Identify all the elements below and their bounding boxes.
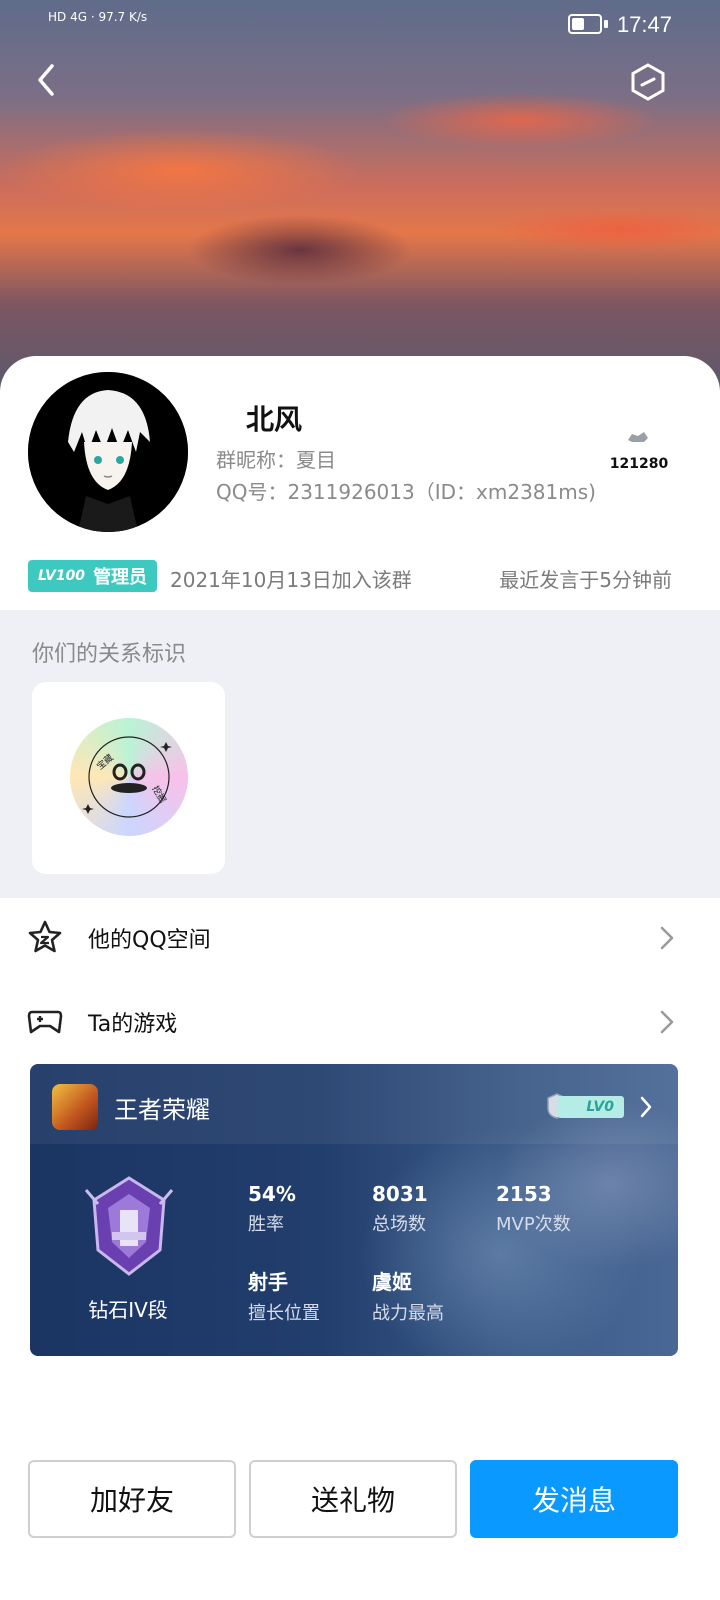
add-friend-button[interactable]: 加好友 (28, 1460, 236, 1538)
stat-label: 战力最高 (372, 1303, 444, 1324)
profile-cover-image (0, 0, 720, 390)
chevron-right-icon (660, 1010, 674, 1034)
battery-icon (568, 14, 602, 34)
menu-label-qzone: 他的QQ空间 (88, 928, 211, 953)
stat-label: 擅长位置 (248, 1303, 320, 1324)
profile-name: 北风 (246, 403, 303, 436)
stat-value: 2153 (496, 1182, 552, 1206)
gamepad-icon (27, 1010, 63, 1034)
avatar-illustration (28, 372, 188, 532)
stat-value: 虞姬 (372, 1270, 412, 1294)
stat-mvp: 2153 MVP次数 (496, 1182, 571, 1236)
status-bar: HD 4G · 97.7 K/s 17:47 (0, 0, 720, 48)
chevron-right-icon (660, 926, 674, 950)
qq-number: QQ号：2311926013（ID：xm2381ms) (216, 480, 596, 504)
stat-position: 射手 擅长位置 (248, 1266, 320, 1325)
stat-value: 射手 (248, 1270, 288, 1294)
charm-icon (628, 432, 648, 442)
rank-emblem-icon (84, 1176, 174, 1276)
send-gift-button[interactable]: 送礼物 (249, 1460, 457, 1538)
game-title: 王者荣耀 (114, 1096, 210, 1124)
relation-badge: 宝藏 挖掘 (70, 718, 188, 836)
stat-label: 胜率 (248, 1214, 284, 1235)
relation-badge-art: 宝藏 挖掘 (82, 736, 172, 818)
last-speak: 最近发言于5分钟前 (499, 568, 672, 592)
level-text: LV100 (38, 568, 86, 584)
game-level-badge: LV0 (558, 1096, 624, 1118)
star-icon (28, 920, 62, 953)
avatar[interactable] (28, 372, 188, 532)
stat-win-rate: 54% 胜率 (248, 1182, 296, 1236)
clock: 17:47 (616, 12, 672, 37)
stat-value: 8031 (372, 1182, 428, 1206)
chevron-right-icon (640, 1096, 652, 1118)
charm-value[interactable]: 121280 (604, 456, 674, 472)
menu-row-games[interactable]: Ta的游戏 (0, 980, 720, 1064)
menu-label-games: Ta的游戏 (88, 1012, 178, 1037)
role-text: 管理员 (93, 567, 148, 588)
stat-label: 总场数 (372, 1214, 426, 1235)
network-indicator: HD 4G · 97.7 K/s (48, 10, 148, 24)
more-options-button[interactable] (628, 62, 668, 102)
svg-text:宝藏: 宝藏 (94, 752, 116, 773)
menu-row-qzone[interactable]: 他的QQ空间 (0, 896, 720, 980)
stat-label: MVP次数 (496, 1214, 571, 1235)
join-date: 2021年10月13日加入该群 (170, 568, 412, 592)
back-arrow-icon (38, 64, 54, 96)
stat-top-hero: 虞姬 战力最高 (372, 1266, 444, 1325)
battery-tip (604, 20, 608, 28)
back-button[interactable] (28, 60, 68, 100)
relation-title: 你们的关系标识 (32, 642, 187, 667)
svg-text:挖掘: 挖掘 (149, 784, 168, 806)
game-logo-icon (52, 1084, 98, 1130)
hexagon-settings-icon (631, 63, 665, 101)
member-level-badge: LV100 管理员 (28, 560, 158, 592)
send-message-button[interactable]: 发消息 (470, 1460, 678, 1538)
rank-name: 钻石IV段 (88, 1298, 168, 1322)
game-card[interactable]: 王者荣耀 LV0 钻石IV段 54% 胜率 8031 总场数 2153 MVP次… (30, 1064, 678, 1356)
stat-total-games: 8031 总场数 (372, 1182, 428, 1236)
stat-value: 54% (248, 1182, 296, 1206)
group-nickname: 群昵称：夏目 (216, 448, 336, 472)
